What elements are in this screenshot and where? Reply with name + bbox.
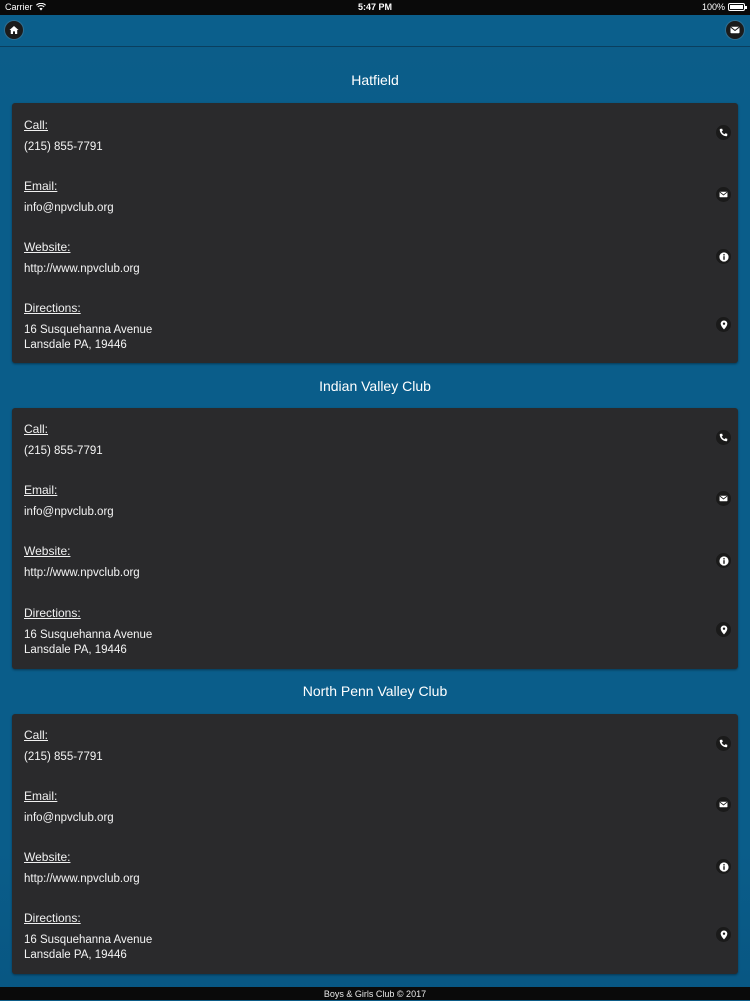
home-icon	[9, 26, 19, 34]
email-row[interactable]: Email: info@npvclub.org	[24, 789, 738, 826]
call-row[interactable]: Call: (215) 855-7791	[24, 728, 738, 765]
address-line-2: Lansdale PA, 19446	[24, 644, 127, 656]
battery-percent: 100%	[701, 2, 725, 12]
call-label[interactable]: Call:	[24, 118, 738, 132]
map-button[interactable]	[716, 622, 731, 637]
nav-bar	[0, 15, 750, 47]
website-label[interactable]: Website:	[24, 850, 738, 864]
mail-button[interactable]	[726, 21, 744, 39]
phone-button[interactable]	[716, 125, 731, 140]
envelope-icon	[719, 801, 728, 808]
battery-indicator: 100%	[701, 2, 747, 12]
website-label[interactable]: Website:	[24, 544, 738, 558]
phone-icon	[719, 433, 728, 442]
club-card: Call: (215) 855-7791 Email: info@npvclub…	[12, 714, 738, 974]
club-card: Call: (215) 855-7791 Email: info@npvclub…	[12, 103, 738, 363]
info-icon	[718, 861, 729, 872]
website-value: http://www.npvclub.org	[24, 567, 140, 579]
map-button[interactable]	[716, 317, 731, 332]
directions-label[interactable]: Directions:	[24, 911, 738, 925]
directions-row[interactable]: Directions: 16 Susquehanna Avenue Lansda…	[24, 606, 738, 658]
email-button[interactable]	[716, 797, 731, 812]
call-row[interactable]: Call: (215) 855-7791	[24, 422, 738, 459]
email-value: info@npvclub.org	[24, 812, 114, 824]
phone-icon	[719, 739, 728, 748]
call-row[interactable]: Call: (215) 855-7791	[24, 118, 738, 155]
phone-value: (215) 855-7791	[24, 751, 103, 763]
map-pin-icon	[720, 320, 727, 329]
battery-icon	[728, 3, 747, 11]
directions-row[interactable]: Directions: 16 Susquehanna Avenue Lansda…	[24, 301, 738, 353]
phone-button[interactable]	[716, 430, 731, 445]
address: 16 Susquehanna Avenue Lansdale PA, 19446	[24, 628, 738, 658]
email-row[interactable]: Email: info@npvclub.org	[24, 179, 738, 216]
map-pin-icon	[720, 930, 727, 939]
address-line-2: Lansdale PA, 19446	[24, 949, 127, 961]
phone-value: (215) 855-7791	[24, 445, 103, 457]
club-title: Hatfield	[351, 72, 399, 88]
website-value: http://www.npvclub.org	[24, 873, 140, 885]
map-button[interactable]	[716, 927, 731, 942]
info-button[interactable]	[716, 553, 731, 568]
address: 16 Susquehanna Avenue Lansdale PA, 19446	[24, 323, 738, 353]
envelope-icon	[719, 191, 728, 198]
email-button[interactable]	[716, 187, 731, 202]
email-label[interactable]: Email:	[24, 179, 738, 193]
email-button[interactable]	[716, 491, 731, 506]
club-title: North Penn Valley Club	[302, 683, 448, 699]
email-label[interactable]: Email:	[24, 789, 738, 803]
club-card: Call: (215) 855-7791 Email: info@npvclub…	[12, 408, 738, 669]
clock: 5:47 PM	[357, 2, 392, 12]
website-row[interactable]: Website: http://www.npvclub.org	[24, 850, 738, 887]
email-label[interactable]: Email:	[24, 483, 738, 497]
website-label[interactable]: Website:	[24, 240, 738, 254]
website-row[interactable]: Website: http://www.npvclub.org	[24, 544, 738, 581]
info-icon	[718, 251, 729, 262]
phone-button[interactable]	[716, 736, 731, 751]
website-value: http://www.npvclub.org	[24, 263, 140, 275]
envelope-icon	[730, 26, 740, 34]
info-button[interactable]	[716, 249, 731, 264]
address-line-1: 16 Susquehanna Avenue	[24, 629, 153, 641]
map-pin-icon	[720, 625, 727, 634]
email-value: info@npvclub.org	[24, 202, 114, 214]
directions-row[interactable]: Directions: 16 Susquehanna Avenue Lansda…	[24, 911, 738, 963]
phone-icon	[719, 128, 728, 137]
home-button[interactable]	[5, 21, 23, 39]
envelope-icon	[719, 495, 728, 502]
directions-label[interactable]: Directions:	[24, 606, 738, 620]
footer: Boys & Girls Club © 2017	[0, 987, 750, 1000]
info-icon	[718, 555, 729, 566]
call-label[interactable]: Call:	[24, 728, 738, 742]
address-line-1: 16 Susquehanna Avenue	[24, 934, 153, 946]
address-line-1: 16 Susquehanna Avenue	[24, 324, 153, 336]
website-row[interactable]: Website: http://www.npvclub.org	[24, 240, 738, 277]
address-line-2: Lansdale PA, 19446	[24, 339, 127, 351]
club-title: Indian Valley Club	[319, 378, 431, 394]
phone-value: (215) 855-7791	[24, 141, 103, 153]
info-button[interactable]	[716, 859, 731, 874]
address: 16 Susquehanna Avenue Lansdale PA, 19446	[24, 933, 738, 963]
email-row[interactable]: Email: info@npvclub.org	[24, 483, 738, 520]
status-bar: Carrier 5:47 PM 100%	[0, 0, 750, 15]
directions-label[interactable]: Directions:	[24, 301, 738, 315]
call-label[interactable]: Call:	[24, 422, 738, 436]
email-value: info@npvclub.org	[24, 506, 114, 518]
